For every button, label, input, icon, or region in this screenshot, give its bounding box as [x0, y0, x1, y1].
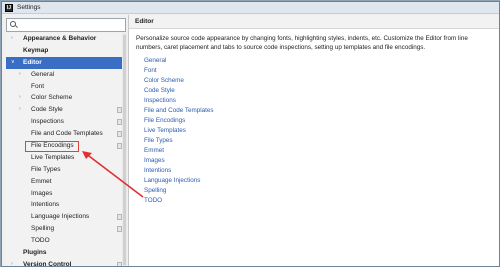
- sidebar-item-spelling[interactable]: Spelling: [6, 223, 126, 235]
- scroll-thumb[interactable]: [123, 35, 126, 265]
- sidebar-item-label: Inspections: [31, 118, 64, 126]
- sidebar-item-label: Spelling: [31, 225, 55, 233]
- sidebar-item-todo[interactable]: TODO: [6, 235, 126, 247]
- sidebar-item-label: Code Style: [31, 106, 63, 114]
- settings-search-box[interactable]: [6, 18, 126, 32]
- sidebar-item-inspections[interactable]: Inspections: [6, 116, 126, 128]
- sidebar-item-label: Intentions: [31, 201, 60, 209]
- sidebar-item-label: File Encodings: [31, 142, 74, 150]
- chevron-right-icon[interactable]: ›: [19, 104, 21, 116]
- link-file-types[interactable]: File Types: [144, 136, 499, 146]
- sidebar-item-label: Version Control: [23, 260, 72, 267]
- link-todo[interactable]: TODO: [144, 196, 499, 206]
- link-live-templates[interactable]: Live Templates: [144, 126, 499, 136]
- sidebar-scrollbar[interactable]: [122, 33, 127, 266]
- settings-window: IJ Settings › Appearance & Behavior Keymap…: [1, 1, 500, 267]
- sidebar-item-label: File Types: [31, 165, 61, 173]
- link-images[interactable]: Images: [144, 156, 499, 166]
- link-font[interactable]: Font: [144, 66, 499, 76]
- link-language-injections[interactable]: Language Injections: [144, 176, 499, 186]
- link-color-scheme[interactable]: Color Scheme: [144, 76, 499, 86]
- subpage-link-list: General Font Color Scheme Code Style Inspect…: [129, 52, 499, 206]
- link-emmet[interactable]: Emmet: [144, 146, 499, 156]
- link-code-style[interactable]: Code Style: [144, 86, 499, 96]
- app-icon: IJ: [5, 3, 13, 12]
- chevron-down-icon[interactable]: ∨: [11, 57, 15, 69]
- page-description: Personalize source code appearance by ch…: [136, 35, 468, 51]
- sidebar-item-label: TODO: [31, 237, 50, 245]
- sidebar-item-intentions[interactable]: Intentions: [6, 199, 126, 211]
- sidebar-item-label: Images: [31, 189, 53, 197]
- sidebar-item-editor[interactable]: ∨ Editor: [6, 56, 126, 69]
- link-file-encodings[interactable]: File Encodings: [144, 116, 499, 126]
- sidebar-item-label: Appearance & Behavior: [23, 35, 97, 42]
- search-icon: [9, 20, 19, 30]
- sidebar-item-version-control[interactable]: › Version Control: [6, 259, 126, 267]
- sidebar-item-label: General: [31, 70, 55, 78]
- link-spelling[interactable]: Spelling: [144, 186, 499, 196]
- title-bar: IJ Settings: [2, 2, 499, 14]
- link-general[interactable]: General: [144, 56, 499, 66]
- sidebar-item-emmet[interactable]: Emmet: [6, 176, 126, 188]
- sidebar-item-file-and-code-templates[interactable]: File and Code Templates: [6, 128, 126, 140]
- sidebar-item-font[interactable]: Font: [6, 81, 126, 93]
- sidebar-item-plugins[interactable]: Plugins: [6, 247, 126, 259]
- sidebar-item-label: Keymap: [23, 46, 49, 54]
- chevron-right-icon[interactable]: ›: [19, 92, 21, 104]
- sidebar-item-label: File and Code Templates: [31, 130, 103, 138]
- chevron-right-icon[interactable]: ›: [11, 33, 13, 45]
- link-file-and-code-templates[interactable]: File and Code Templates: [144, 106, 499, 116]
- page-title: Editor: [129, 15, 499, 29]
- sidebar-item-language-injections[interactable]: Language Injections: [6, 211, 126, 223]
- sidebar-item-code-style[interactable]: › Code Style: [6, 104, 126, 116]
- search-input[interactable]: [19, 20, 125, 30]
- sidebar-item-color-scheme[interactable]: › Color Scheme: [6, 92, 126, 104]
- sidebar-item-file-types[interactable]: File Types: [6, 164, 126, 176]
- link-inspections[interactable]: Inspections: [144, 96, 499, 106]
- sidebar-item-label: Emmet: [31, 177, 52, 185]
- sidebar-item-label: Language Injections: [31, 213, 90, 221]
- link-intentions[interactable]: Intentions: [144, 166, 499, 176]
- settings-content-panel: Editor Personalize source code appearanc…: [128, 15, 499, 266]
- chevron-right-icon[interactable]: ›: [19, 69, 21, 81]
- sidebar-item-images[interactable]: Images: [6, 188, 126, 200]
- sidebar-item-keymap[interactable]: Keymap: [6, 45, 126, 57]
- window-title: Settings: [17, 4, 41, 11]
- settings-tree: › Appearance & Behavior Keymap ∨ Editor › Gene…: [6, 33, 127, 267]
- sidebar-item-file-encodings[interactable]: File Encodings: [6, 140, 126, 152]
- sidebar-item-label: Live Templates: [31, 153, 75, 161]
- sidebar-item-label: Font: [31, 82, 45, 90]
- sidebar-item-live-templates[interactable]: Live Templates: [6, 152, 126, 164]
- sidebar-item-general[interactable]: › General: [6, 69, 126, 81]
- sidebar-item-appearance-behavior[interactable]: › Appearance & Behavior: [6, 33, 126, 45]
- sidebar-item-label: Plugins: [23, 249, 47, 257]
- chevron-right-icon[interactable]: ›: [11, 259, 13, 266]
- sidebar-item-label: Editor: [23, 58, 42, 66]
- sidebar-item-label: Color Scheme: [31, 94, 73, 102]
